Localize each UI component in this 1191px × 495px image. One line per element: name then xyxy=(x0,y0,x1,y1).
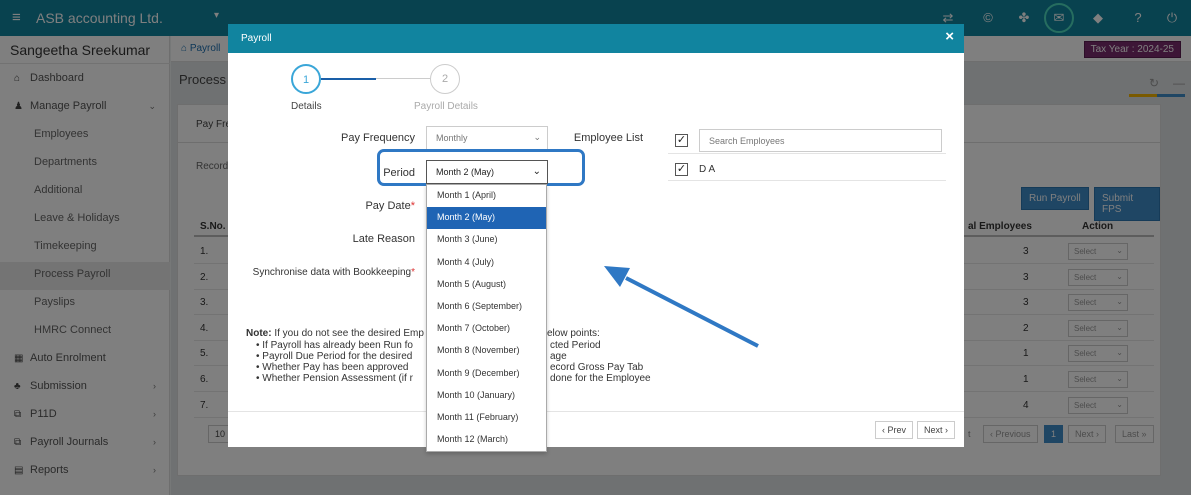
annotation-arrow xyxy=(604,266,759,348)
arrow-shaft xyxy=(625,276,759,348)
arrow-head xyxy=(604,266,630,287)
